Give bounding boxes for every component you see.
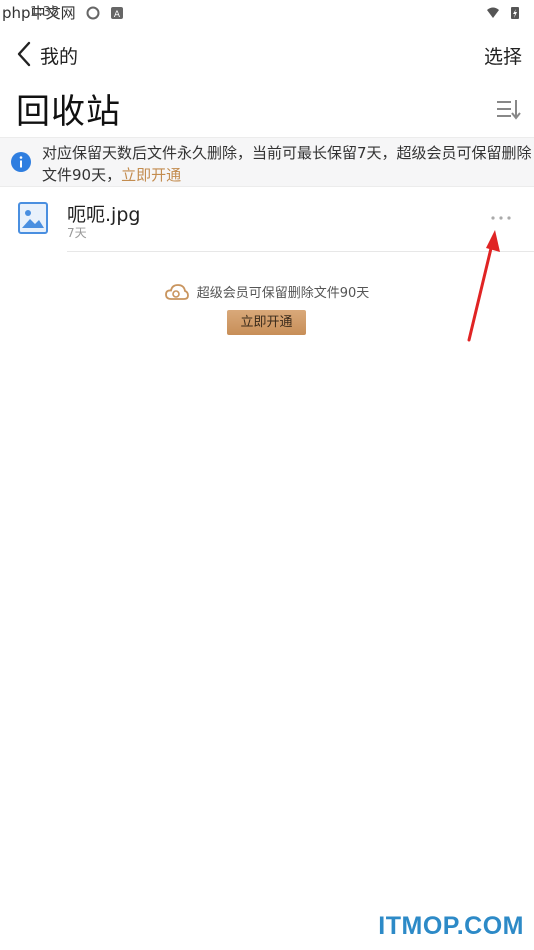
battery-icon — [511, 7, 519, 19]
retention-notice: 对应保留天数后文件永久删除，当前可最长保留7天，超级会员可保留删除文件90天，立… — [0, 137, 534, 187]
notice-upgrade-link[interactable]: 立即开通 — [121, 166, 181, 184]
open-vip-button[interactable]: 立即开通 — [227, 310, 306, 335]
status-bar: php中文网 1:38 A — [0, 0, 534, 28]
watermark-brand: php — [2, 4, 31, 22]
image-file-icon — [18, 202, 48, 234]
cloud-icon — [164, 284, 189, 300]
vip-promo: 超级会员可保留删除文件90天 — [0, 282, 534, 304]
a-status-icon: A — [111, 7, 123, 20]
back-arrow-icon[interactable] — [14, 40, 36, 68]
settings-status-icon — [86, 6, 100, 20]
annotation-arrow — [467, 230, 500, 342]
page-title: 回收站 — [16, 92, 121, 132]
sort-icon[interactable] — [496, 98, 522, 120]
svg-text:A: A — [114, 10, 121, 20]
nav-bar: 我的 选择 — [0, 32, 534, 76]
file-name: 呃呃.jpg — [67, 204, 141, 226]
notice-text: 对应保留天数后文件永久删除，当前可最长保留7天，超级会员可保留删除文件90天，立… — [42, 142, 534, 186]
select-button[interactable]: 选择 — [484, 42, 522, 69]
file-list-item[interactable]: 呃呃.jpg 7天 — [0, 190, 534, 252]
notice-message: 对应保留天数后文件永久删除，当前可最长保留7天，超级会员可保留删除文件90天， — [42, 144, 532, 184]
footer-watermark: ITMOP.COM — [378, 912, 524, 940]
wifi-icon — [487, 7, 499, 18]
promo-text: 超级会员可保留删除文件90天 — [196, 286, 370, 301]
back-button-label[interactable]: 我的 — [40, 42, 78, 69]
file-retention-days: 7天 — [67, 226, 87, 240]
status-time: 1:38 — [30, 5, 60, 20]
info-icon — [11, 152, 31, 172]
more-options-icon[interactable] — [490, 208, 512, 228]
